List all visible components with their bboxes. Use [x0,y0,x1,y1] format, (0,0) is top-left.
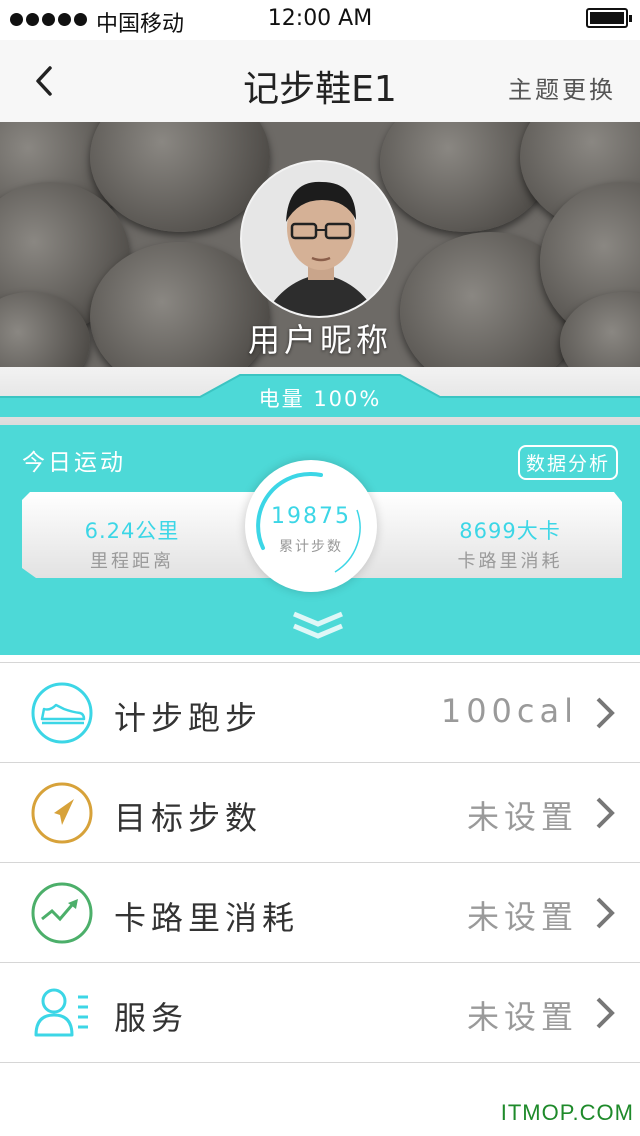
calories-label: 卡路里消耗 [457,551,563,572]
list-item-label: 计步跑步 [114,699,263,737]
status-time: 12:00 AM [267,6,373,31]
chevron-right-icon [596,697,615,729]
chevron-right-icon [596,997,615,1029]
battery-indicator: 电量 100% [0,367,640,425]
navigation-arrow-icon [31,782,93,844]
status-bar: 中国移动 12:00 AM [0,0,640,40]
profile-banner: 用户昵称 [0,122,640,367]
list-item-step-running[interactable]: 计步跑步 100cal [0,662,640,762]
navigation-bar: 记步鞋E1 主题更换 [0,40,640,122]
chevron-right-icon [596,797,615,829]
avatar-photo [242,162,396,316]
distance-value: 6.24公里 [84,519,180,543]
list-item-value: 未设置 [466,998,578,1036]
list-item-label: 服务 [114,999,189,1037]
user-list-icon [34,988,88,1037]
today-activity-title: 今日运动 [22,450,126,476]
list-item-service[interactable]: 服务 未设置 [0,962,640,1063]
data-analysis-button[interactable]: 数据分析 [517,445,618,480]
step-count-dial[interactable]: 19875 累计步数 [245,460,377,592]
calories-value: 8699大卡 [459,519,561,543]
list-item-label: 目标步数 [114,799,263,837]
distance-label: 里程距离 [90,551,174,572]
trend-chart-icon [31,882,93,944]
list-item-value: 100cal [440,692,578,730]
distance-stat: 6.24公里 里程距离 [52,515,212,573]
user-avatar[interactable] [240,160,398,318]
step-count-label: 累计步数 [279,539,343,555]
list-item-calorie-consumption[interactable]: 卡路里消耗 未设置 [0,862,640,962]
expand-down-icon[interactable] [292,610,344,640]
battery-icon [586,8,632,28]
battery-level-text: 电量 100% [258,387,382,411]
list-item-value: 未设置 [466,798,578,836]
step-count-value: 19875 [271,504,351,529]
list-item-value: 未设置 [466,898,578,936]
chevron-right-icon [596,897,615,929]
calories-stat: 8699大卡 卡路里消耗 [430,515,590,573]
list-item-label: 卡路里消耗 [114,899,300,937]
user-nickname[interactable]: 用户昵称 [0,315,640,361]
list-item-target-steps[interactable]: 目标步数 未设置 [0,762,640,862]
sneaker-icon [31,682,93,744]
settings-list: 计步跑步 100cal 目标步数 未设置 卡路里消耗 未设置 服务 未设置 [0,662,640,1063]
change-theme-button[interactable]: 主题更换 [508,70,616,105]
watermark: ITMOP.COM [500,1100,634,1125]
